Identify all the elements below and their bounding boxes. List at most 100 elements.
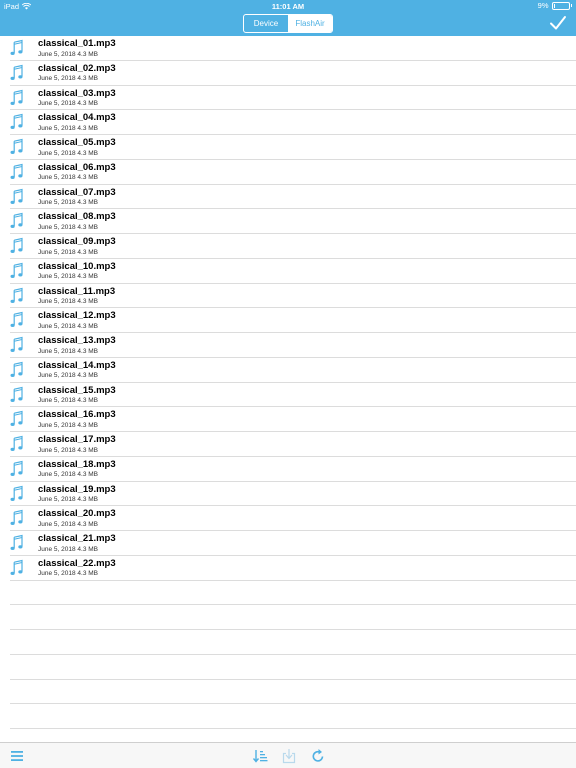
file-meta: June 5, 2018 4.3 MB <box>38 100 98 107</box>
file-row[interactable]: classical_11.mp3 June 5, 2018 4.3 MB <box>10 284 576 309</box>
file-meta: June 5, 2018 4.3 MB <box>38 372 98 380</box>
music-note-icon <box>10 435 23 452</box>
file-name: classical_16.mp3 <box>38 409 116 421</box>
refresh-icon[interactable] <box>310 748 326 764</box>
file-row[interactable]: classical_08.mp3 June 5, 2018 4.3 MB <box>10 209 576 234</box>
file-meta: June 5, 2018 4.3 MB <box>38 149 98 157</box>
file-meta: June 5, 2018 4.3 MB <box>38 322 98 330</box>
file-name: classical_04.mp3 <box>38 112 116 124</box>
music-note-icon <box>10 509 23 526</box>
file-row[interactable]: classical_21.mp3 June 5, 2018 4.3 MB <box>10 531 576 556</box>
file-name: classical_03.mp3 <box>38 87 116 99</box>
file-meta: June 5, 2018 4.3 MB <box>38 199 98 206</box>
checkmark-icon[interactable] <box>549 15 567 31</box>
file-meta: June 5, 2018 4.3 MB <box>38 446 98 454</box>
file-row[interactable]: classical_12.mp3 June 5, 2018 4.3 MB <box>10 308 576 333</box>
music-note-icon <box>10 89 23 106</box>
bottom-toolbar <box>0 742 576 768</box>
file-row[interactable]: classical_18.mp3 June 5, 2018 4.3 MB <box>10 457 576 482</box>
file-row[interactable]: classical_17.mp3 June 5, 2018 4.3 MB <box>10 432 576 457</box>
music-note-icon <box>10 534 23 551</box>
file-meta: June 5, 2018 4.3 MB <box>38 298 98 305</box>
file-name: classical_19.mp3 <box>38 483 116 495</box>
file-row[interactable]: classical_15.mp3 June 5, 2018 4.3 MB <box>10 383 576 408</box>
music-note-icon <box>10 113 23 130</box>
empty-row <box>10 680 576 705</box>
file-name: classical_10.mp3 <box>38 260 116 272</box>
navigation-bar: iPad 11:01 AM 9% Device FlashAir <box>0 0 576 36</box>
music-note-icon <box>10 262 23 279</box>
file-meta: June 5, 2018 4.3 MB <box>38 273 98 281</box>
file-row[interactable]: classical_10.mp3 June 5, 2018 4.3 MB <box>10 259 576 284</box>
file-meta: June 5, 2018 4.3 MB <box>38 496 98 503</box>
music-note-icon <box>10 163 23 180</box>
menu-icon[interactable] <box>9 748 25 764</box>
battery-indicator: 9% <box>538 1 572 10</box>
file-name: classical_18.mp3 <box>38 458 116 470</box>
file-meta: June 5, 2018 4.3 MB <box>38 545 98 553</box>
music-note-icon <box>10 361 23 378</box>
file-name: classical_14.mp3 <box>38 359 116 371</box>
file-meta: June 5, 2018 4.3 MB <box>38 397 98 404</box>
file-name: classical_05.mp3 <box>38 137 116 148</box>
music-note-icon <box>10 410 23 427</box>
file-name: classical_07.mp3 <box>38 186 116 198</box>
music-note-icon <box>10 485 23 502</box>
file-meta: June 5, 2018 4.3 MB <box>38 50 98 58</box>
file-meta: June 5, 2018 4.3 MB <box>38 174 98 182</box>
empty-row <box>10 605 576 630</box>
file-row[interactable]: classical_09.mp3 June 5, 2018 4.3 MB <box>10 234 576 259</box>
file-name: classical_11.mp3 <box>38 285 116 297</box>
empty-row <box>10 655 576 680</box>
battery-percent: 9% <box>537 1 549 10</box>
empty-row <box>10 704 576 729</box>
music-note-icon <box>10 39 23 56</box>
file-name: classical_15.mp3 <box>38 384 116 396</box>
segment-device[interactable]: Device <box>244 15 288 32</box>
music-note-icon <box>10 237 23 254</box>
empty-row <box>10 630 576 655</box>
file-row[interactable]: classical_04.mp3 June 5, 2018 4.3 MB <box>10 110 576 135</box>
file-row[interactable]: classical_07.mp3 June 5, 2018 4.3 MB <box>10 185 576 210</box>
music-note-icon <box>10 460 23 477</box>
battery-icon <box>551 1 570 10</box>
download-icon[interactable] <box>281 748 297 764</box>
file-row[interactable]: classical_05.mp3 June 5, 2018 4.3 MB <box>10 135 576 160</box>
file-meta: June 5, 2018 4.3 MB <box>38 520 98 528</box>
music-note-icon <box>10 336 23 353</box>
music-note-icon <box>10 188 23 205</box>
file-meta: June 5, 2018 4.3 MB <box>38 223 98 231</box>
music-note-icon <box>10 311 23 328</box>
file-name: classical_01.mp3 <box>38 38 116 49</box>
segment-flashair[interactable]: FlashAir <box>288 15 332 32</box>
file-row[interactable]: classical_16.mp3 June 5, 2018 4.3 MB <box>10 407 576 432</box>
file-row[interactable]: classical_01.mp3 June 5, 2018 4.3 MB <box>10 36 576 61</box>
file-row[interactable]: classical_19.mp3 June 5, 2018 4.3 MB <box>10 482 576 507</box>
battery-tip <box>570 4 572 7</box>
file-name: classical_06.mp3 <box>38 161 116 173</box>
file-row[interactable]: classical_02.mp3 June 5, 2018 4.3 MB <box>10 61 576 86</box>
music-note-icon <box>10 386 23 403</box>
music-note-icon <box>10 212 23 229</box>
file-name: classical_22.mp3 <box>38 557 116 569</box>
file-row[interactable]: classical_14.mp3 June 5, 2018 4.3 MB <box>10 358 576 383</box>
music-note-icon <box>10 64 23 81</box>
file-meta: June 5, 2018 4.3 MB <box>38 347 98 355</box>
sort-icon[interactable] <box>252 748 268 764</box>
source-segmented-control: Device FlashAir <box>243 14 333 33</box>
file-meta: June 5, 2018 4.3 MB <box>38 570 98 578</box>
file-name: classical_02.mp3 <box>38 62 116 74</box>
file-name: classical_12.mp3 <box>38 310 116 322</box>
status-time: 11:01 AM <box>271 2 305 11</box>
music-note-icon <box>10 559 23 576</box>
file-row[interactable]: classical_13.mp3 June 5, 2018 4.3 MB <box>10 333 576 358</box>
music-note-icon <box>10 287 23 304</box>
battery-fill <box>553 3 555 8</box>
empty-row <box>10 581 576 606</box>
file-row[interactable]: classical_06.mp3 June 5, 2018 4.3 MB <box>10 160 576 185</box>
file-row[interactable]: classical_20.mp3 June 5, 2018 4.3 MB <box>10 506 576 531</box>
file-row[interactable]: classical_03.mp3 June 5, 2018 4.3 MB <box>10 86 576 111</box>
empty-row <box>10 729 576 742</box>
file-meta: June 5, 2018 4.3 MB <box>38 471 98 479</box>
file-row[interactable]: classical_22.mp3 June 5, 2018 4.3 MB <box>10 556 576 581</box>
